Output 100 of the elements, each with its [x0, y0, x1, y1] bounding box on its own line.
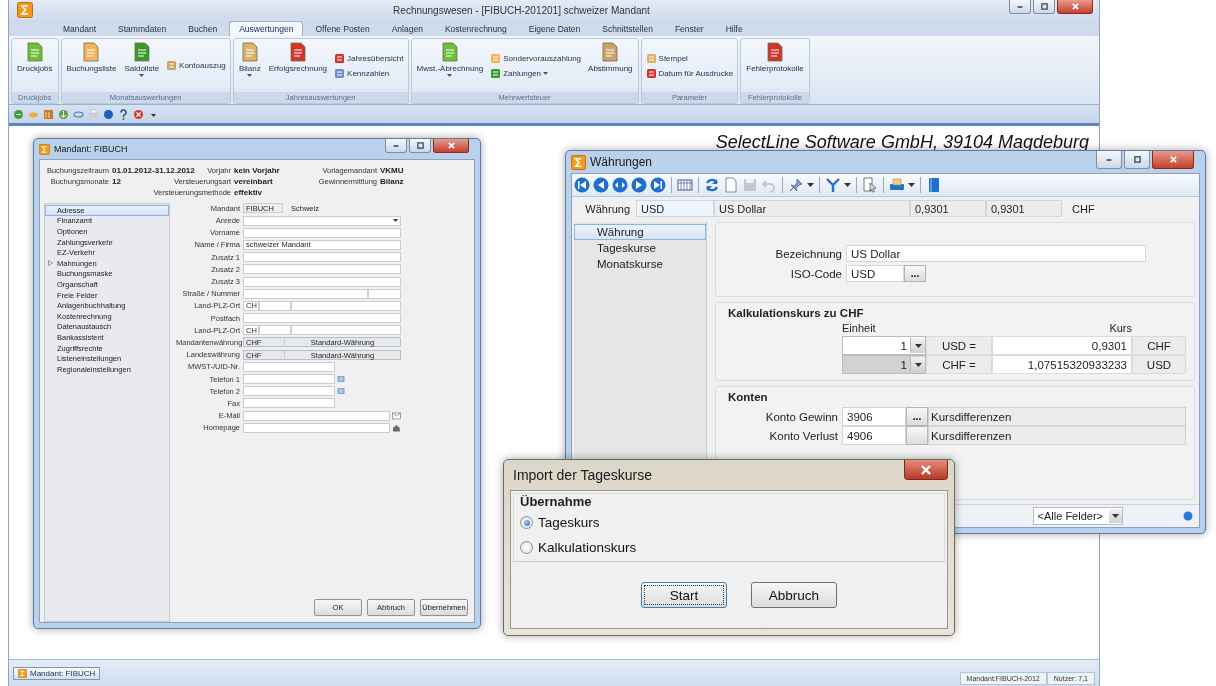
pin-icon[interactable]: [788, 177, 804, 193]
caret-icon[interactable]: [914, 362, 922, 367]
ribbon-tab[interactable]: Hilfe: [715, 21, 753, 36]
input-field[interactable]: [259, 300, 291, 311]
save-icon[interactable]: [742, 177, 758, 193]
ribbon-tab[interactable]: Fenster: [664, 21, 714, 36]
ribbon-tab[interactable]: Anlagen: [381, 21, 433, 36]
ribbon-tab[interactable]: Schnittstellen: [592, 21, 663, 36]
input-field[interactable]: [243, 361, 335, 372]
input-field[interactable]: [243, 410, 391, 421]
undo-icon[interactable]: [761, 177, 777, 193]
maximize-button[interactable]: [409, 139, 431, 153]
table-icon[interactable]: [677, 177, 693, 193]
envelope-icon[interactable]: [392, 411, 401, 420]
dialog-button[interactable]: Start: [641, 582, 727, 608]
forward-icon[interactable]: [631, 177, 647, 193]
move-icon[interactable]: [612, 177, 628, 193]
ribbon-tab[interactable]: Mandant: [53, 21, 107, 36]
close-button[interactable]: [433, 139, 469, 153]
refresh-icon[interactable]: [704, 177, 720, 193]
unit-field[interactable]: 1: [842, 355, 926, 374]
minimize-button[interactable]: [385, 139, 407, 153]
calendar-icon[interactable]: [43, 108, 54, 120]
expand-icon[interactable]: [48, 260, 53, 267]
filter-icon[interactable]: [825, 177, 841, 193]
pointer-document-icon[interactable]: [862, 177, 878, 193]
radio-icon[interactable]: [520, 516, 533, 529]
dropdown-field[interactable]: [243, 215, 401, 226]
input-field[interactable]: [243, 313, 401, 324]
radio-option[interactable]: Tageskurs: [520, 515, 938, 530]
ribbon-tab[interactable]: Buchen: [178, 21, 228, 36]
close-button[interactable]: [1057, 0, 1093, 14]
input-field[interactable]: [243, 276, 401, 287]
radio-option[interactable]: Kalkulationskurs: [520, 540, 938, 555]
browse-button[interactable]: ...: [906, 407, 928, 426]
unit-field[interactable]: 1: [842, 336, 926, 355]
ribbon-tab[interactable]: Offene Posten: [305, 21, 380, 36]
taskbar-button[interactable]: Mandant: FIBUCH: [13, 666, 101, 680]
ribbon-button[interactable]: Buchungsliste: [63, 40, 120, 91]
input-field[interactable]: [243, 386, 335, 397]
printer-icon[interactable]: [889, 177, 905, 193]
input-field[interactable]: [243, 264, 401, 275]
nav-item[interactable]: Tageskurse: [574, 240, 706, 256]
ribbon-tab[interactable]: Stammdaten: [108, 21, 177, 36]
ribbon-button[interactable]: Jahresübersicht: [332, 52, 406, 64]
ribbon-button[interactable]: Bilanz: [235, 40, 264, 91]
ribbon-button[interactable]: Abstimmung: [585, 40, 636, 91]
ribbon-button[interactable]: Kennzahlen: [332, 67, 406, 79]
input-field[interactable]: 0,9301: [992, 336, 1132, 355]
ribbon-button[interactable]: Sondervorauszahlung: [488, 52, 584, 64]
dialog-button[interactable]: Abbruch: [751, 582, 837, 608]
input-field[interactable]: [243, 227, 401, 238]
phone-icon[interactable]: [337, 375, 345, 383]
input-field[interactable]: [243, 252, 401, 263]
caret-icon[interactable]: [807, 183, 814, 187]
input-field[interactable]: 4906: [842, 426, 906, 445]
caret-icon[interactable]: [1112, 514, 1119, 518]
ball-icon[interactable]: [103, 108, 114, 120]
close-button[interactable]: [1152, 151, 1194, 169]
input-field[interactable]: USD: [636, 200, 714, 217]
ribbon-button[interactable]: Druckjobs: [14, 40, 56, 91]
input-field[interactable]: [243, 398, 335, 409]
ribbon-button[interactable]: Erfolgsrechnung: [265, 40, 331, 91]
back-icon[interactable]: [593, 177, 609, 193]
ribbon-button[interactable]: Stempel: [643, 52, 736, 64]
skip-back-icon[interactable]: [574, 177, 590, 193]
input-field[interactable]: [291, 300, 401, 311]
input-field[interactable]: [243, 288, 368, 299]
globe-icon[interactable]: [13, 108, 24, 120]
ribbon-button[interactable]: Mwst.-Abrechnung: [413, 40, 487, 91]
radio-icon[interactable]: [520, 541, 533, 554]
minimize-button[interactable]: [1009, 0, 1031, 14]
ribbon-tab[interactable]: Eigene Daten: [518, 21, 591, 36]
input-field[interactable]: [259, 325, 291, 336]
help-icon[interactable]: [118, 108, 129, 120]
book-icon[interactable]: [926, 177, 942, 193]
close-button[interactable]: [904, 460, 948, 480]
input-field[interactable]: [243, 422, 391, 433]
dropdown-field[interactable]: <Alle Felder>: [1032, 507, 1123, 525]
caret-icon[interactable]: [908, 183, 915, 187]
download-icon[interactable]: [58, 108, 69, 120]
input-field[interactable]: 1,07515320933233: [992, 355, 1132, 374]
caret-icon[interactable]: [914, 343, 922, 348]
nav-item[interactable]: Währung: [574, 224, 706, 240]
minimize-button[interactable]: [1096, 151, 1122, 169]
maximize-button[interactable]: [1033, 0, 1055, 14]
input-field[interactable]: 3906: [842, 407, 906, 426]
input-field[interactable]: [291, 325, 401, 336]
new-document-icon[interactable]: [723, 177, 739, 193]
ribbon-tab[interactable]: Auswertungen: [229, 21, 304, 36]
maximize-button[interactable]: [1124, 151, 1150, 169]
phone-icon[interactable]: [337, 387, 345, 396]
browse-button[interactable]: [906, 426, 928, 445]
ribbon-button[interactable]: Kontoauszug: [164, 60, 228, 71]
input-field[interactable]: USD: [846, 265, 904, 282]
input-field[interactable]: [243, 374, 335, 384]
ribbon-button[interactable]: Datum für Ausdrucke: [643, 67, 736, 79]
nav-item[interactable]: Monatskurse: [574, 256, 706, 272]
ribbon-tab[interactable]: Kostenrechnung: [434, 21, 517, 36]
ribbon-button[interactable]: Saldoliste: [121, 40, 163, 91]
